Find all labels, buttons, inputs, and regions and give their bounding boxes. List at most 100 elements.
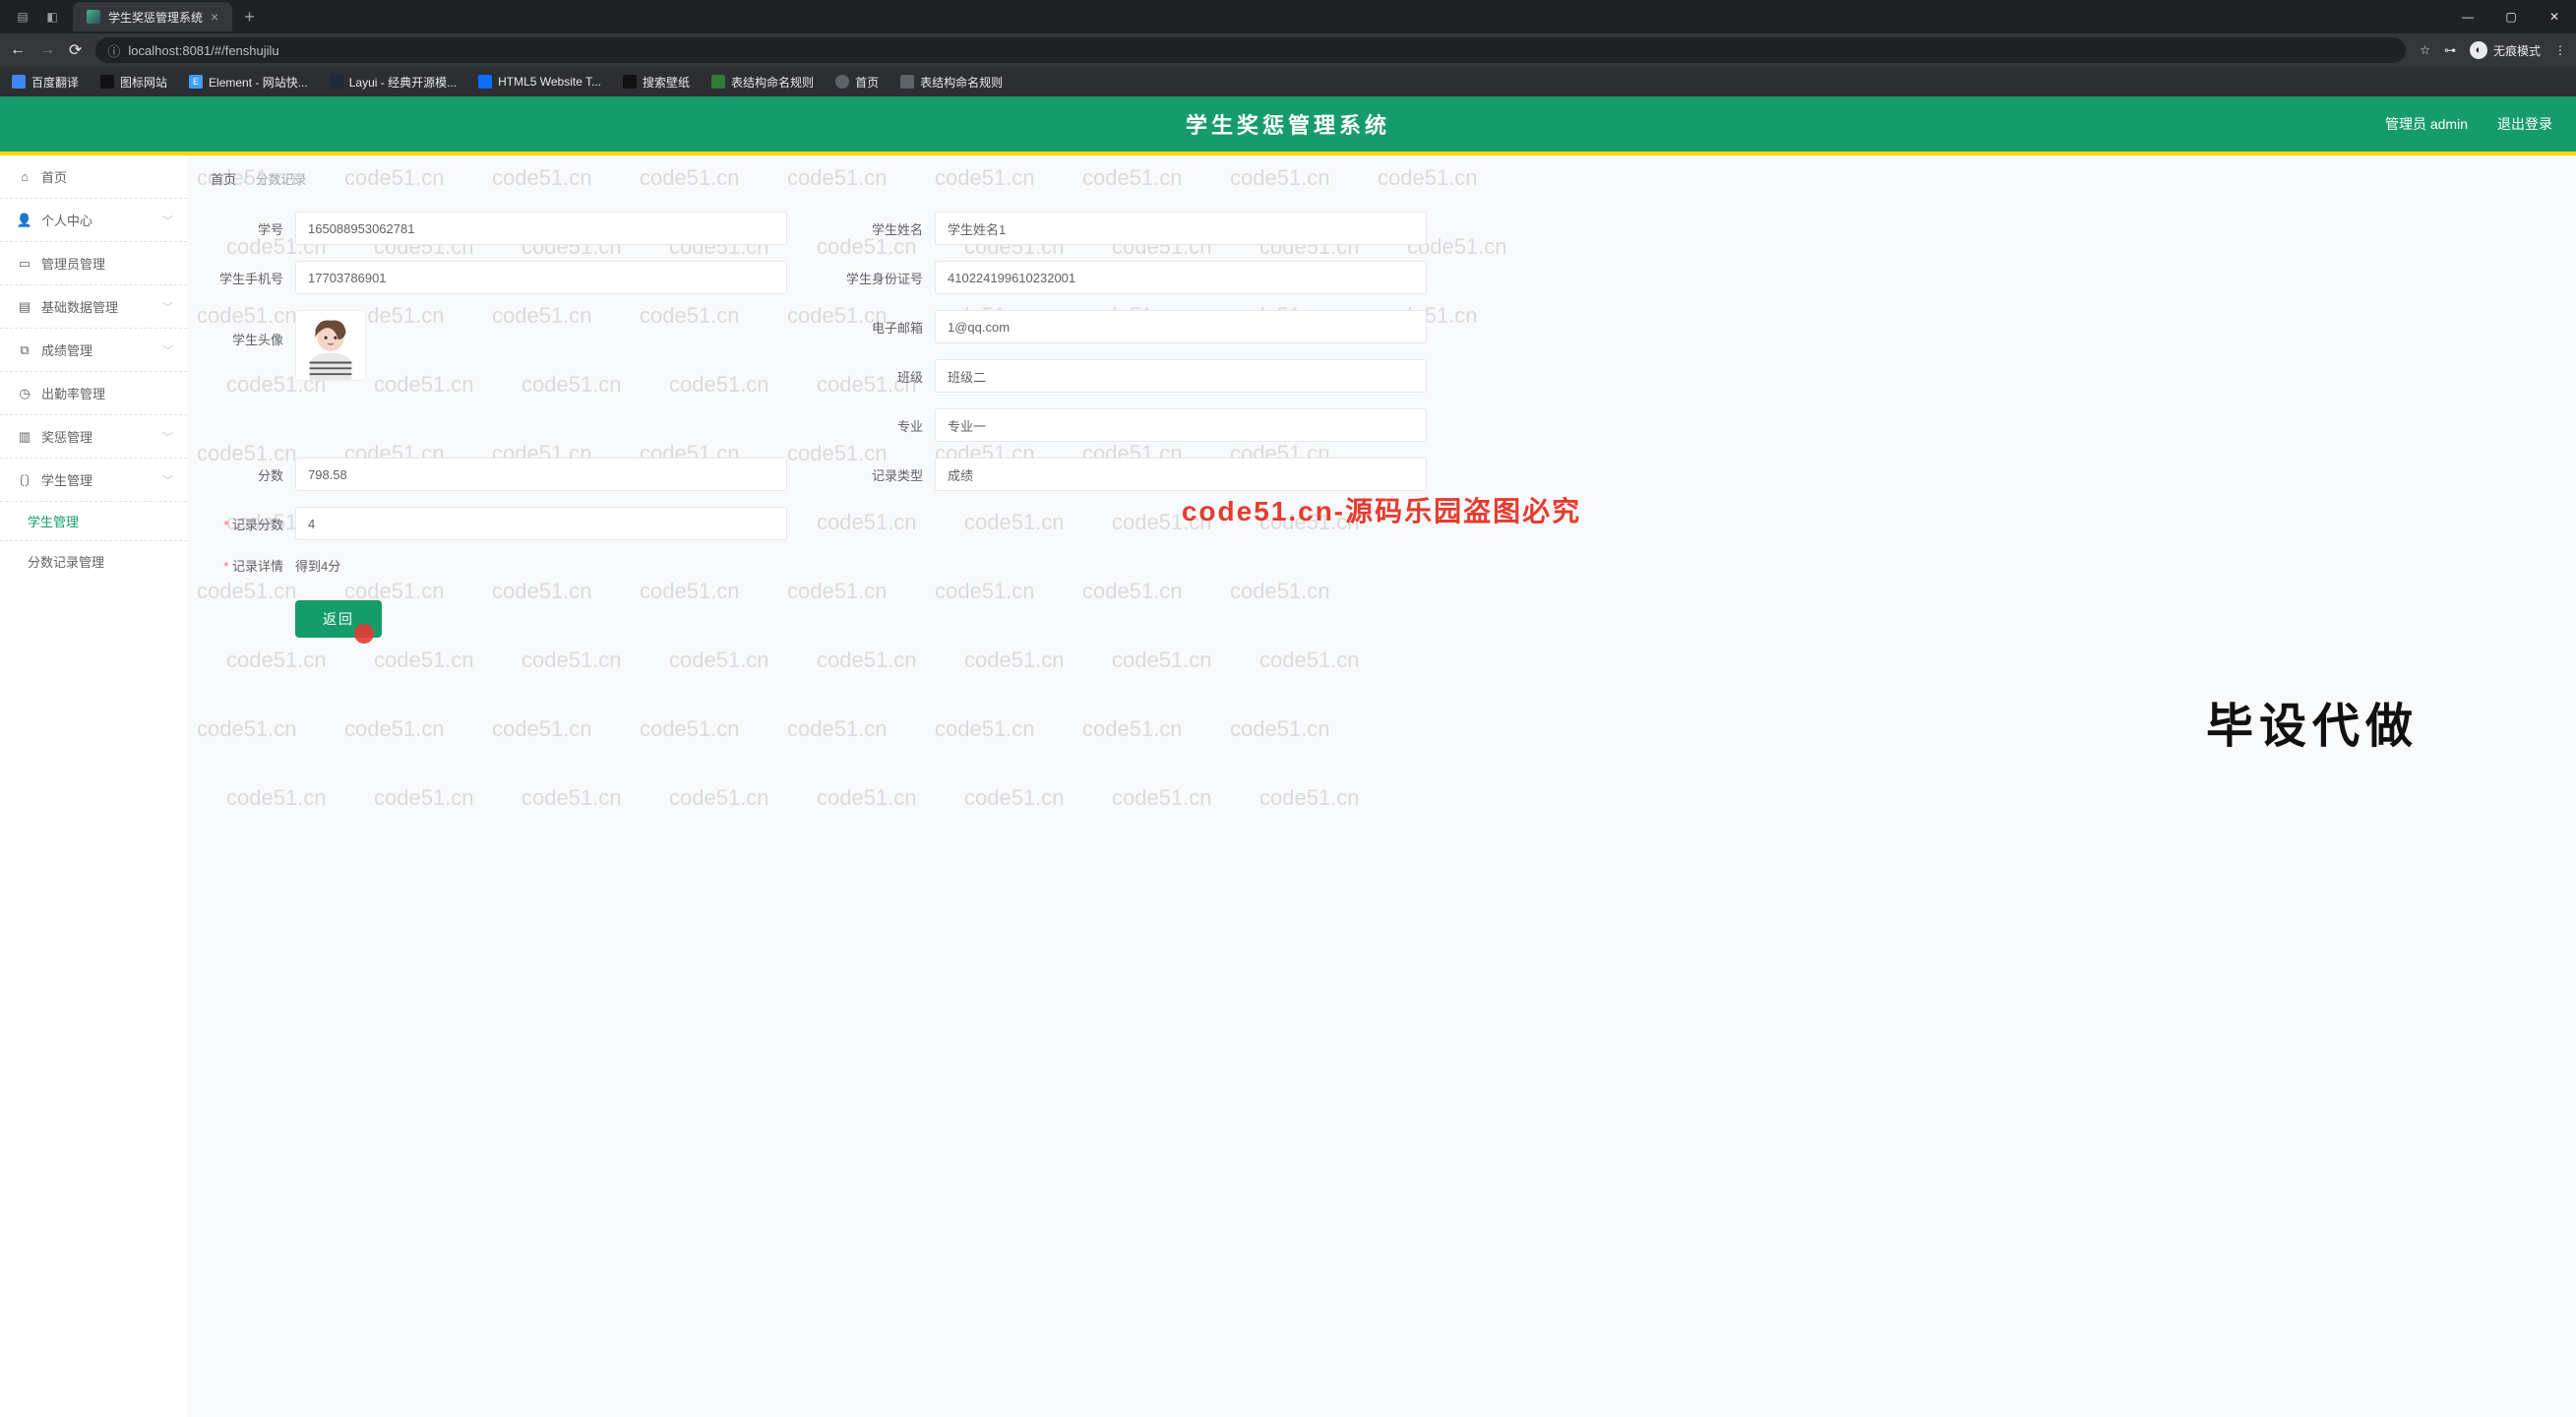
bookmark-icon: E xyxy=(189,75,203,89)
click-indicator-icon xyxy=(354,624,374,644)
sidebar-item-admin[interactable]: ▭ 管理员管理 xyxy=(0,242,187,285)
bookmark-item[interactable]: HTML5 Website T... xyxy=(478,75,601,89)
label-record-type: 记录类型 xyxy=(846,465,935,484)
url-text: localhost:8081/#/fenshujilu xyxy=(128,43,278,58)
label-idcard: 学生身份证号 xyxy=(846,269,935,287)
value-student-name: 学生姓名1 xyxy=(935,212,1427,245)
site-info-icon[interactable]: ⓘ xyxy=(107,41,120,60)
bookmark-item[interactable]: EElement - 网站快... xyxy=(189,74,308,91)
window-controls: — ▢ ✕ xyxy=(2446,0,2576,33)
menu-icon[interactable]: ⋮ xyxy=(2554,43,2566,57)
value-phone: 17703786901 xyxy=(295,261,787,294)
label-student-no: 学号 xyxy=(207,219,295,238)
sidebar: ⌂ 首页 👤 个人中心 ﹀ ▭ 管理员管理 ▤ 基础数据管理 ﹀ ⧉ 成绩管理 … xyxy=(0,155,187,1417)
admin-label[interactable]: 管理员 admin xyxy=(2385,114,2468,134)
sidebar-item-students[interactable]: 〔〕 学生管理 ﹀ xyxy=(0,459,187,502)
reload-button[interactable]: ⟳ xyxy=(69,40,82,60)
label-avatar: 学生头像 xyxy=(207,310,295,348)
chevron-down-icon: ﹀ xyxy=(162,342,173,358)
sidebar-sub-score-record[interactable]: 分数记录管理 xyxy=(0,541,187,581)
breadcrumb: 首页 / 分数记录 xyxy=(211,169,2546,188)
new-tab-button[interactable]: + xyxy=(244,7,255,28)
bookmark-item[interactable]: 图标网站 xyxy=(100,74,167,91)
value-record-type: 成绩 xyxy=(935,458,1427,491)
bookmark-icon xyxy=(100,75,114,89)
bookmark-icon xyxy=(12,75,26,89)
incognito-indicator[interactable]: ◐ 无痕模式 xyxy=(2470,41,2541,59)
url-input[interactable]: ⓘ localhost:8081/#/fenshujilu xyxy=(95,37,2406,63)
sidebar-item-profile[interactable]: 👤 个人中心 ﹀ xyxy=(0,199,187,242)
window-close-button[interactable]: ✕ xyxy=(2533,0,2576,33)
label-record-score: 记录分数 xyxy=(207,515,295,533)
copy-icon: ⧉ xyxy=(18,343,31,357)
back-button[interactable]: ← xyxy=(10,41,26,59)
sidebar-item-grades[interactable]: ⧉ 成绩管理 ﹀ xyxy=(0,329,187,372)
window-maximize-button[interactable]: ▢ xyxy=(2489,0,2533,33)
address-bar: ← → ⟳ ⓘ localhost:8081/#/fenshujilu ☆ ⊶ … xyxy=(0,33,2576,67)
bookmark-icon xyxy=(330,75,343,89)
main-content: code51.cn code51.cn code51.cn code51.cn … xyxy=(187,155,2576,1417)
value-major: 专业一 xyxy=(935,408,1427,442)
label-phone: 学生手机号 xyxy=(207,269,295,287)
avatar-illustration-icon xyxy=(296,311,365,380)
window-minimize-button[interactable]: — xyxy=(2446,0,2489,33)
bookmark-item[interactable]: 百度翻译 xyxy=(12,74,79,91)
bookmark-bar: 百度翻译 图标网站 EElement - 网站快... Layui - 经典开源… xyxy=(0,67,2576,96)
chevron-down-icon: ﹀ xyxy=(162,472,173,488)
vue-favicon-icon xyxy=(87,10,100,24)
app-header: 学生奖惩管理系统 管理员 admin 退出登录 xyxy=(0,96,2576,152)
chevron-down-icon: ﹀ xyxy=(162,213,173,228)
value-email: 1@qq.com xyxy=(935,310,1427,343)
value-record-detail: 得到4分 xyxy=(295,556,340,575)
card-icon: ▭ xyxy=(18,257,31,271)
avatar-image xyxy=(295,310,366,381)
chevron-down-icon: ﹀ xyxy=(162,299,173,315)
tab-bar: ▤ ◧ 学生奖惩管理系统 × + — ▢ ✕ xyxy=(0,0,2576,33)
value-record-score: 4 xyxy=(295,507,787,540)
bookmark-item[interactable]: 表结构命名规则 xyxy=(711,74,814,91)
sidebar-item-attendance[interactable]: ◷ 出勤率管理 xyxy=(0,372,187,415)
bookmark-item[interactable]: 表结构命名规则 xyxy=(900,74,1003,91)
browser-tab-active[interactable]: 学生奖惩管理系统 × xyxy=(73,2,232,31)
label-score: 分数 xyxy=(207,465,295,484)
box-icon: ▥ xyxy=(18,430,31,444)
label-class: 班级 xyxy=(846,367,935,386)
forward-button[interactable]: → xyxy=(39,41,55,59)
value-student-no: 165088953062781 xyxy=(295,212,787,245)
bookmark-icon xyxy=(478,75,492,89)
incognito-icon: ◐ xyxy=(2470,41,2487,59)
breadcrumb-separator: / xyxy=(244,171,248,186)
chevron-down-icon: ﹀ xyxy=(162,429,173,445)
tab-title: 学生奖惩管理系统 xyxy=(108,9,203,26)
breadcrumb-home[interactable]: 首页 xyxy=(211,169,236,188)
layers-icon: ▤ xyxy=(18,300,31,314)
sidebar-item-basedata[interactable]: ▤ 基础数据管理 ﹀ xyxy=(0,285,187,329)
recent-tabs-icon[interactable]: ▤ xyxy=(8,2,37,31)
label-email: 电子邮箱 xyxy=(846,318,935,337)
bookmark-icon xyxy=(623,75,637,89)
close-icon[interactable]: × xyxy=(211,9,218,25)
bookmark-icon xyxy=(835,75,849,89)
key-icon[interactable]: ⊶ xyxy=(2444,43,2456,57)
label-record-detail: 记录详情 xyxy=(207,556,295,575)
bookmark-icon xyxy=(711,75,725,89)
back-button[interactable]: 返回 xyxy=(295,600,382,638)
star-icon[interactable]: ☆ xyxy=(2420,43,2430,57)
corner-watermark: 毕设代做 xyxy=(2206,687,2419,756)
bookmark-item[interactable]: 首页 xyxy=(835,74,879,91)
app-tab-icon[interactable]: ◧ xyxy=(37,2,67,31)
value-class: 班级二 xyxy=(935,359,1427,393)
logout-link[interactable]: 退出登录 xyxy=(2497,114,2552,134)
sidebar-item-home[interactable]: ⌂ 首页 xyxy=(0,155,187,199)
user-icon: 👤 xyxy=(18,214,31,227)
browser-chrome: ▤ ◧ 学生奖惩管理系统 × + — ▢ ✕ ← → ⟳ ⓘ localhost… xyxy=(0,0,2576,96)
app-title: 学生奖惩管理系统 xyxy=(1186,108,1390,140)
sidebar-sub-student-manage[interactable]: 学生管理 xyxy=(0,502,187,541)
breadcrumb-current: 分数记录 xyxy=(256,169,307,188)
bookmark-item[interactable]: Layui - 经典开源模... xyxy=(330,74,457,91)
bookmark-item[interactable]: 搜索壁纸 xyxy=(623,74,690,91)
label-major: 专业 xyxy=(846,416,935,435)
sidebar-item-rewards[interactable]: ▥ 奖惩管理 ﹀ xyxy=(0,415,187,459)
bracket-icon: 〔〕 xyxy=(18,473,31,487)
value-idcard: 410224199610232001 xyxy=(935,261,1427,294)
